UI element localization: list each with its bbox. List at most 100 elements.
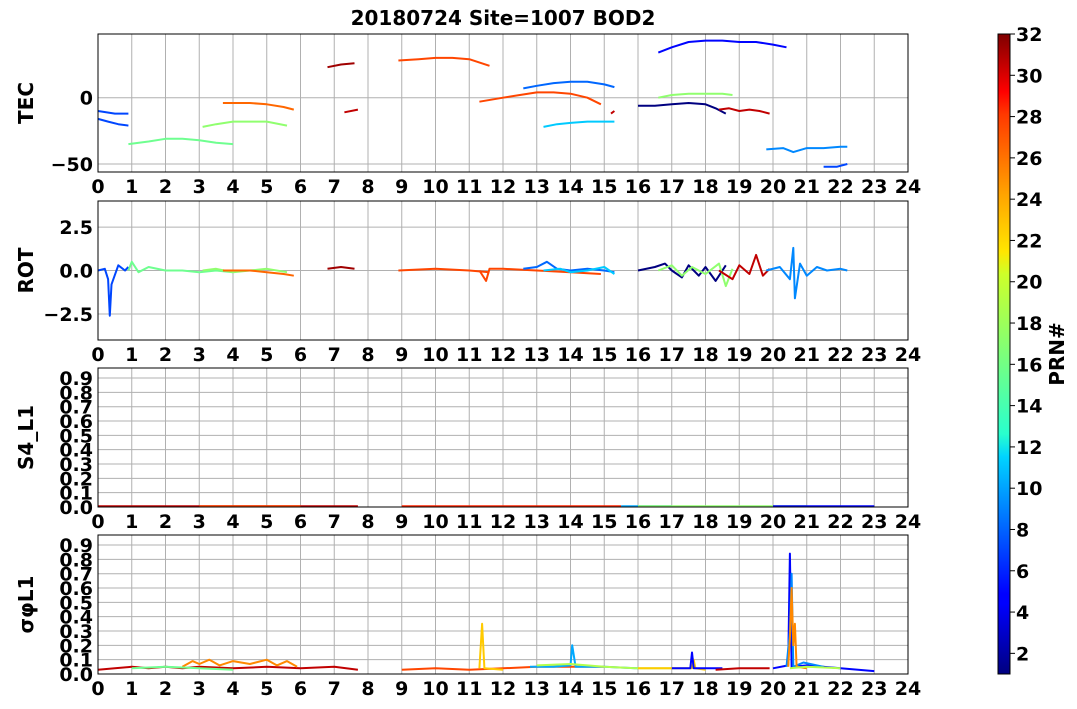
colorbar-tick-label: 18: [1016, 313, 1042, 335]
s4-xtick-label: 5: [260, 511, 273, 533]
sigma-xtick-label: 12: [490, 678, 516, 700]
s4-xtick-label: 4: [226, 511, 239, 533]
colorbar-tick-label: 4: [1016, 602, 1029, 624]
s4-xtick-label: 21: [794, 511, 820, 533]
s4-xtick-label: 19: [726, 511, 752, 533]
panel-tec: 0 1 2 3 4 5 6 7 8 9 10 11 12 13 14 15 16 17 18 19 20 21 22 23 24…: [14, 33, 921, 198]
tec-xtick-label: 21: [794, 176, 820, 198]
rot-xtick-label: 10: [422, 344, 448, 366]
colorbar-tick-label: 8: [1016, 519, 1029, 541]
rot-xtick-label: 0: [91, 344, 104, 366]
s4-xtick-label: 15: [591, 511, 617, 533]
panel-sigma: 0 1 2 3 4 5 6 7 8 9 10 11 12 13 14 15 16 17 18 19 20 21 22 23 24…: [14, 534, 921, 700]
colorbar-tick-label: 30: [1016, 65, 1042, 87]
tec-xtick-label: 8: [361, 176, 374, 198]
rot-series-prn-30: [718, 253, 771, 281]
rot-series-prn-17: [657, 262, 734, 288]
tec-series-prn-5: [657, 39, 787, 54]
s4-xtick-label: 7: [328, 511, 341, 533]
rot-xtick-label: 6: [294, 344, 307, 366]
rot-xtick-label: 19: [726, 344, 752, 366]
tec-xtick-label: 12: [490, 176, 516, 198]
s4-xtick-label: 22: [827, 511, 853, 533]
colorbar-tick-label: 12: [1016, 437, 1042, 459]
rot-xtick-label: 9: [395, 344, 408, 366]
sigma-xtick-label: 17: [659, 678, 685, 700]
chart-title: 20180724 Site=1007 BOD2: [351, 6, 656, 30]
sigma-series-prn-30: [715, 667, 770, 671]
sigma-xtick-label: 16: [625, 678, 651, 700]
s4-xtick-label: 24: [895, 511, 921, 533]
sigma-xtick-label: 6: [294, 678, 307, 700]
colorbar-tick-label: 20: [1016, 272, 1042, 294]
tec-series-prn-7: [97, 110, 129, 115]
rot-xtick-label: 22: [827, 344, 853, 366]
sigma-xtick-label: 24: [895, 678, 921, 700]
s4-xtick-label: 3: [193, 511, 206, 533]
tec-series-prn-31: [327, 62, 355, 69]
rot-xtick-label: 20: [760, 344, 786, 366]
tec-xtick-label: 10: [422, 176, 448, 198]
rot-ytick-label: 2.5: [59, 217, 93, 239]
rot-xtick-label: 23: [861, 344, 887, 366]
sigma-series: [97, 552, 875, 673]
s4-xticks: 0 1 2 3 4 5 6 7 8 9 10 11 12 13 14 15 16 17 18 19 20 21 22 23 24: [91, 511, 921, 533]
rot-xtick-label: 17: [659, 344, 685, 366]
rot-xtick-label: 11: [456, 344, 482, 366]
rot-series-prn-1: [637, 262, 727, 282]
colorbar-ticks: 2468101214161820222426283032: [1010, 24, 1042, 665]
sigma-xtick-label: 22: [827, 678, 853, 700]
sigma-xtick-label: 10: [422, 678, 448, 700]
rot-series-prn-7: [97, 264, 130, 317]
rot-xtick-label: 3: [193, 344, 206, 366]
s4-xtick-label: 17: [659, 511, 685, 533]
colorbar-tick-label: 22: [1016, 230, 1042, 252]
tec-grid: [97, 34, 909, 172]
tec-series-prn-25: [222, 102, 295, 111]
tec-ylabel: TEC: [14, 82, 38, 124]
panel-rot: 0 1 2 3 4 5 6 7 8 9 10 11 12 13 14 15 16 17 18 19 20 21 22 23 24…: [14, 200, 921, 366]
rot-xtick-label: 16: [625, 344, 651, 366]
tec-xtick-label: 18: [692, 176, 718, 198]
colorbar-tick-label: 14: [1016, 396, 1042, 418]
tec-xtick-label: 3: [193, 176, 206, 198]
tec-yticks: 0 −50: [51, 88, 93, 176]
tec-xtick-label: 22: [827, 176, 853, 198]
sigma-xtick-label: 21: [794, 678, 820, 700]
rot-yticks: 2.5 0.0 −2.5: [43, 217, 93, 326]
s4-xtick-label: 12: [490, 511, 516, 533]
tec-xtick-label: 24: [895, 176, 921, 198]
tec-series-prn-7: [97, 117, 129, 127]
sigma-xtick-label: 13: [524, 678, 550, 700]
tec-xtick-label: 11: [456, 176, 482, 198]
tec-series-prn-30: [344, 108, 359, 114]
tec-series-prn-17: [658, 92, 733, 99]
rot-xtick-label: 5: [260, 344, 273, 366]
sigma-xtick-label: 5: [260, 678, 273, 700]
s4-xtick-label: 11: [456, 511, 482, 533]
tec-xtick-label: 6: [294, 176, 307, 198]
tec-xtick-label: 20: [760, 176, 786, 198]
sigma-xtick-label: 11: [456, 678, 482, 700]
rot-xtick-label: 14: [557, 344, 583, 366]
sigma-ytick-label: 0.9: [59, 535, 93, 557]
s4-xtick-label: 8: [361, 511, 374, 533]
sigma-xtick-label: 3: [193, 678, 206, 700]
rot-xtick-label: 13: [524, 344, 550, 366]
tec-series-prn-17: [202, 120, 288, 128]
rot-series-prn-31: [327, 266, 355, 270]
colorbar-tick-label: 10: [1016, 478, 1042, 500]
s4-xtick-label: 1: [125, 511, 138, 533]
tec-series-prn-26: [398, 56, 490, 67]
rot-xtick-label: 8: [361, 344, 374, 366]
sigma-xtick-label: 9: [395, 678, 408, 700]
s4-grid: [97, 368, 909, 508]
colorbar-tick-label: 16: [1016, 354, 1042, 376]
s4-xtick-label: 18: [692, 511, 718, 533]
s4-xtick-label: 13: [524, 511, 550, 533]
tec-xtick-label: 14: [557, 176, 583, 198]
rot-xtick-label: 1: [125, 344, 138, 366]
tec-series-prn-26: [479, 91, 602, 106]
colorbar-label: PRN#: [1045, 322, 1069, 386]
sigma-xtick-label: 14: [557, 678, 583, 700]
